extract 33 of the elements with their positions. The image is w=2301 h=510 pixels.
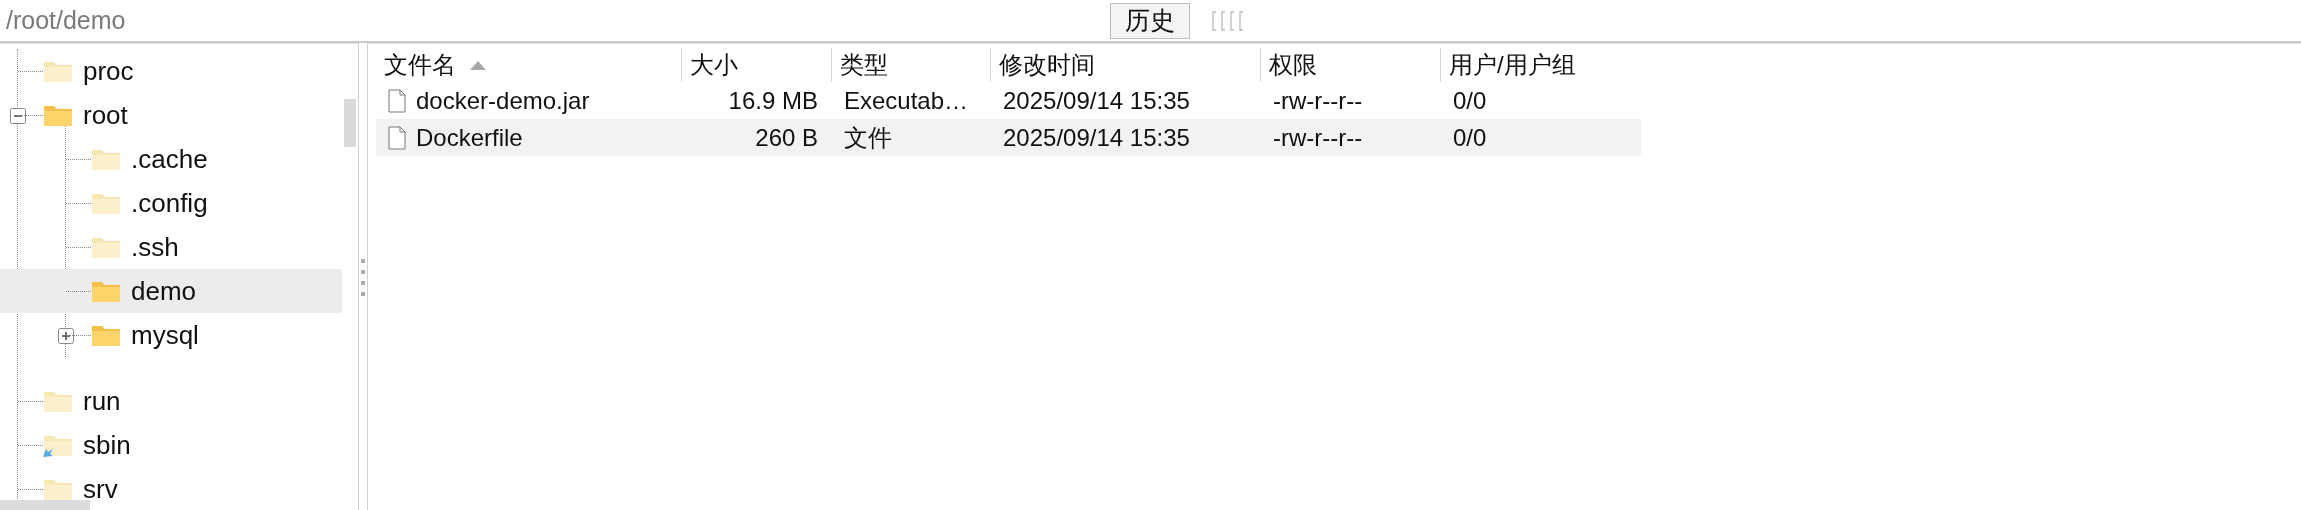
tree-item[interactable]: proc [18, 49, 342, 93]
sort-ascending-icon [470, 60, 486, 70]
tree-item[interactable]: root [18, 93, 342, 137]
table-cell-text: 0/0 [1452, 122, 1488, 153]
table-cell-text: -rw-r--r-- [1272, 85, 1364, 116]
table-cell-text: Executab… [843, 85, 970, 116]
table-cell-text: 2025/09/14 15:35 [1002, 122, 1191, 153]
expand-icon[interactable] [58, 328, 74, 344]
tree-item[interactable]: .config [66, 181, 342, 225]
table-cell-text: 文件 [843, 122, 893, 153]
splitter-handle-icon[interactable] [361, 256, 365, 297]
collapse-icon[interactable] [10, 108, 26, 124]
file-row[interactable]: Dockerfile 260 B 文件 2025/09/14 15:35 -rw-r--r-- 0/0 [376, 119, 1641, 156]
tree-item[interactable]: mysql [66, 313, 342, 357]
history-button[interactable]: 历史 [1110, 2, 1190, 39]
table-cell-text: 2025/09/14 15:35 [1002, 85, 1191, 116]
table-cell-text: 260 B [754, 122, 819, 153]
file-name-cell: Dockerfile [376, 119, 682, 156]
tree-item[interactable]: .cache [66, 137, 342, 181]
tree-item[interactable]: demo [0, 269, 342, 313]
table-cell-text: 16.9 MB [727, 85, 819, 116]
table-cell-text: -rw-r--r-- [1272, 122, 1364, 153]
tree-item[interactable]: run [18, 379, 342, 423]
file-icon [388, 88, 406, 113]
column-header[interactable]: 用户/用户组 [1441, 48, 1641, 82]
tree-item[interactable]: srv [18, 467, 342, 510]
file-name-cell: docker-demo.jar [376, 82, 682, 119]
tree-item[interactable]: .ssh [66, 225, 342, 269]
tree-item[interactable]: sbin [18, 423, 342, 467]
file-icon [388, 125, 406, 150]
scrollbar-thumb[interactable] [0, 500, 90, 510]
table-cell-text: 0/0 [1452, 85, 1488, 116]
grip-icon [1212, 10, 1246, 31]
